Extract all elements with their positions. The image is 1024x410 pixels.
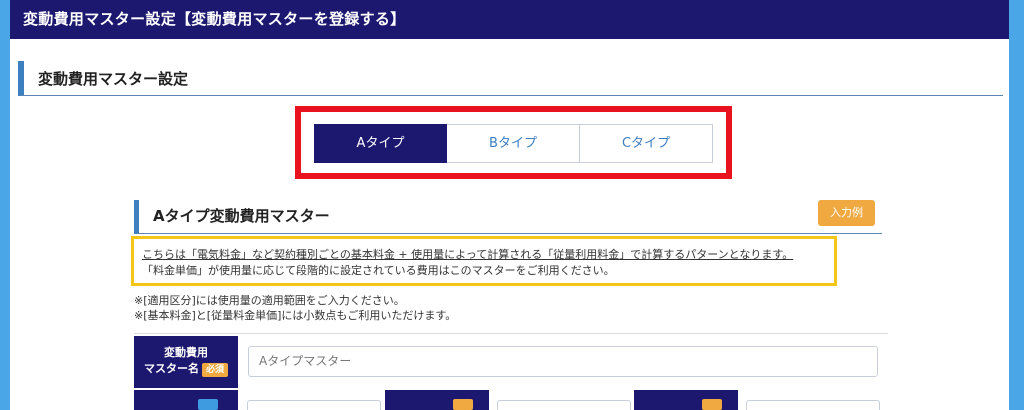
master-name-input[interactable]: Aタイプマスター	[248, 346, 878, 377]
notes: ※[適用区分]には使用量の適用範囲をご入力ください。 ※[基本料金]と[従量料金…	[134, 293, 834, 323]
row2-input-1[interactable]	[247, 400, 381, 410]
row2-badge-2	[453, 399, 473, 410]
master-name-label-line-1: 変動費用	[164, 346, 208, 359]
master-name-label-line-2: マスター名	[143, 362, 199, 375]
tab-a-type[interactable]: Aタイプ	[314, 124, 447, 163]
type-tabs: Aタイプ Bタイプ Cタイプ	[314, 124, 714, 163]
row2-badge-3	[702, 399, 722, 410]
page-header: 変動費用マスター設定【変動費用マスターを登録する】	[10, 0, 1009, 39]
note-line-2: ※[基本料金]と[従量料金単価]には小数点もご利用いただけます。	[134, 309, 457, 322]
description: こちらは「電気料金」など契約種別ごとの基本料金 + 使用量によって計算される「従…	[142, 247, 842, 279]
section-title: 変動費用マスター設定	[18, 61, 1003, 96]
row2-label-2	[385, 390, 489, 410]
subsection-title: Aタイプ変動費用マスター	[134, 200, 882, 234]
row2-input-3[interactable]	[746, 400, 880, 410]
input-example-button[interactable]: 入力例	[818, 200, 875, 226]
row2-label-3	[634, 390, 738, 410]
master-name-label: 変動費用 マスター名 必須	[134, 336, 238, 388]
tab-c-type[interactable]: Cタイプ	[580, 124, 713, 163]
row2-input-2[interactable]	[497, 400, 631, 410]
page-header-title: 変動費用マスター設定【変動費用マスターを登録する】	[23, 10, 406, 28]
description-line-1: こちらは「電気料金」など契約種別ごとの基本料金 + 使用量によって計算される「従…	[142, 248, 794, 261]
required-badge: 必須	[201, 363, 228, 377]
note-line-1: ※[適用区分]には使用量の適用範囲をご入力ください。	[134, 294, 405, 307]
page-frame: 変動費用マスター設定【変動費用マスターを登録する】 変動費用マスター設定 Aタイ…	[10, 0, 1009, 410]
row2-label-1	[134, 390, 238, 410]
description-line-2: 「料金単価」が使用量に応じて段階的に設定されている費用はこのマスターをご利用くだ…	[142, 264, 615, 277]
row2-badge-1	[198, 399, 218, 410]
tab-b-type[interactable]: Bタイプ	[447, 124, 580, 163]
